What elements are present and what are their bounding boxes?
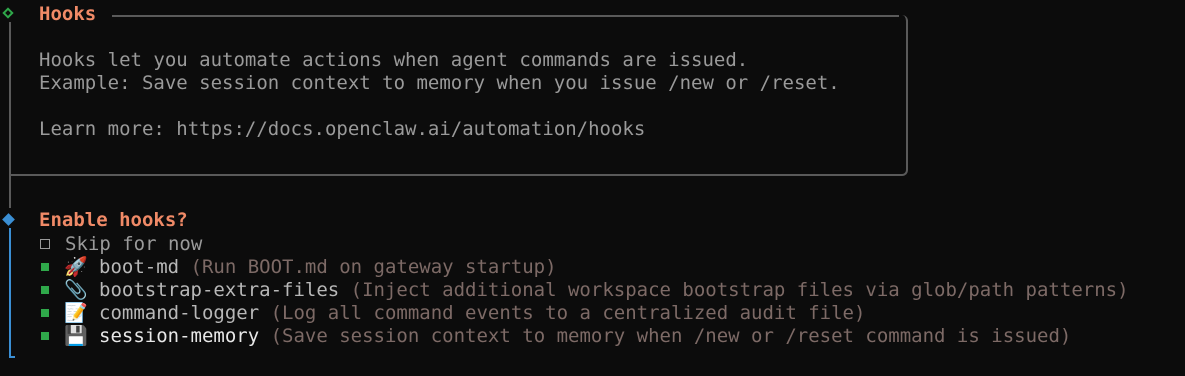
checked-box-icon [41, 308, 49, 317]
option-name: boot-md [99, 255, 180, 278]
hooks-example: Example: Save session context to memory … [39, 72, 840, 94]
memo-icon: 📝 [64, 302, 88, 324]
checked-box-icon [41, 331, 49, 340]
option-description: (Run BOOT.md on gateway startup) [179, 255, 557, 278]
option-name: command-logger [99, 301, 260, 324]
option-boot-md[interactable]: 🚀 boot-md (Run BOOT.md on gateway startup… [39, 255, 557, 278]
floppy-disk-icon: 💾 [64, 325, 88, 347]
terminal-window: Hooks Hooks let you automate actions whe… [0, 0, 1185, 376]
box-top-border [112, 15, 899, 17]
option-skip[interactable]: Skip for now [39, 232, 202, 255]
option-name: session-memory [99, 324, 260, 347]
checked-box-icon [41, 285, 49, 294]
option-description: (Save session context to memory when /ne… [259, 324, 1072, 347]
hooks-description: Hooks let you automate actions when agen… [39, 49, 749, 71]
checked-box-icon [41, 262, 49, 271]
unchecked-box-icon [40, 238, 50, 249]
prompt-question: Enable hooks? [39, 209, 188, 231]
option-name: bootstrap-extra-files [99, 278, 340, 301]
rocket-icon: 🚀 [64, 256, 88, 278]
option-description: (Log all command events to a centralized… [259, 301, 866, 324]
option-description: (Inject additional workspace bootstrap f… [339, 278, 1129, 301]
rail-end-cap [9, 356, 15, 358]
option-command-logger[interactable]: 📝 command-logger (Log all command events … [39, 301, 865, 324]
option-label: Skip for now [65, 232, 203, 255]
active-rail-line [9, 228, 11, 358]
active-step-diamond-icon [2, 213, 15, 226]
option-session-memory[interactable]: 💾 session-memory (Save session context to… [39, 324, 1071, 347]
hooks-title: Hooks [39, 3, 97, 25]
paperclip-icon: 📎 [64, 279, 88, 301]
learn-more-link[interactable]: Learn more: https://docs.openclaw.ai/aut… [39, 118, 645, 141]
hooks-info-box [9, 15, 908, 176]
option-bootstrap-extra-files[interactable]: 📎 bootstrap-extra-files (Inject additiona… [39, 278, 1129, 301]
